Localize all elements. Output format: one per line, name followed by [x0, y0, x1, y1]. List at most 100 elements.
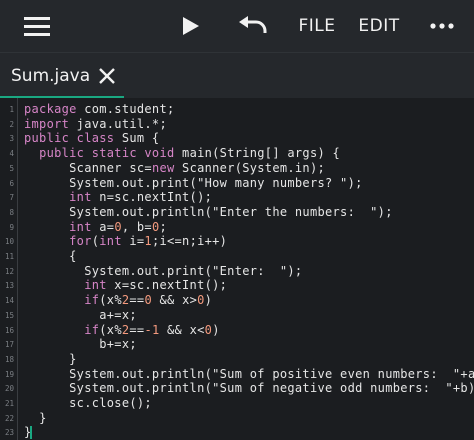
- tab-bar: Sum.java: [0, 52, 474, 99]
- file-menu-button[interactable]: FILE: [294, 0, 340, 52]
- code-line: for(int i=1;i<=n;i++): [24, 234, 227, 248]
- keyword-token: new: [151, 160, 175, 175]
- keyword-token: if: [84, 322, 100, 337]
- number-token: -1: [144, 322, 160, 337]
- number-token: 0: [197, 293, 205, 308]
- line-number: 19: [4, 369, 14, 379]
- edit-menu-button[interactable]: EDIT: [354, 0, 404, 52]
- hamburger-menu-icon: [24, 17, 50, 36]
- line-number: 14: [4, 296, 14, 306]
- line-number: 3: [9, 134, 14, 144]
- edit-menu-label: EDIT: [358, 16, 400, 36]
- keyword-token: int: [99, 234, 122, 249]
- code-line: System.out.print("Enter: ");: [24, 264, 302, 278]
- tab-close-button[interactable]: [96, 65, 118, 87]
- run-button[interactable]: [176, 0, 206, 52]
- code-line: System.out.println("Sum of negative odd …: [24, 381, 474, 395]
- line-number: 8: [9, 207, 14, 217]
- keyword-token: public static void: [39, 146, 175, 161]
- play-icon: [183, 17, 199, 35]
- line-number: 13: [4, 281, 14, 291]
- line-number: 7: [9, 193, 14, 203]
- code-line: System.out.println("Sum of positive even…: [24, 367, 474, 381]
- code-token: Sum {: [114, 131, 160, 146]
- code-token: ): [212, 322, 220, 337]
- keyword-token: import: [24, 116, 70, 131]
- code-token: (x%: [99, 322, 122, 337]
- code-token: main(String[] args) {: [174, 146, 341, 161]
- line-number: 12: [4, 266, 14, 276]
- code-token: System.out.print("Enter: ");: [84, 263, 303, 278]
- code-line: b+=x;: [24, 337, 137, 351]
- code-token: ==: [129, 293, 145, 308]
- line-number: 11: [4, 252, 14, 261]
- keyword-token: int: [69, 190, 92, 205]
- line-number: 23: [4, 428, 14, 438]
- keyword-token: int: [69, 219, 92, 234]
- file-menu-label: FILE: [298, 16, 336, 36]
- undo-icon: [239, 16, 267, 33]
- close-icon: [99, 68, 115, 84]
- code-line: }: [24, 352, 77, 366]
- code-line: a+=x;: [24, 308, 137, 322]
- code-token: ): [204, 293, 213, 308]
- line-number: 22: [4, 413, 14, 423]
- number-token: 0: [114, 219, 122, 234]
- code-token: , b=: [121, 219, 152, 234]
- tab-sum-java[interactable]: Sum.java: [0, 53, 128, 99]
- code-line: int n=sc.nextInt();: [24, 190, 212, 204]
- code-line: Scanner sc=new Scanner(System.in);: [24, 161, 325, 175]
- line-number: 16: [4, 325, 14, 335]
- line-number: 18: [4, 354, 14, 364]
- line-number: 4: [9, 149, 14, 159]
- code-token: java.util.*;: [69, 116, 167, 131]
- code-token: a=: [91, 219, 115, 234]
- line-number: 1: [9, 105, 14, 114]
- line-number: 6: [9, 178, 14, 188]
- code-token: i=: [121, 234, 145, 249]
- code-token: System.out.println("Sum of negative odd …: [69, 381, 474, 396]
- top-toolbar: FILE EDIT: [0, 0, 474, 52]
- code-line: int a=0, b=0;: [24, 220, 167, 234]
- code-token: (x%: [99, 293, 122, 308]
- code-token: ==: [129, 322, 145, 337]
- more-dots-icon: [430, 23, 454, 29]
- undo-button[interactable]: [236, 0, 270, 52]
- number-token: 1: [144, 234, 152, 249]
- code-token: Scanner sc=: [69, 160, 152, 175]
- code-token: ;i<=n;i++): [151, 234, 228, 249]
- code-token: ;: [159, 219, 168, 234]
- code-line: if(x%2==0 && x>0): [24, 293, 212, 307]
- code-editor[interactable]: 1 2 3 4 5 6 7 8 9 10 11 12 13 14 15 16 17 18 19 20 21 22 23 pa…: [0, 98, 474, 440]
- line-number: 20: [4, 384, 14, 394]
- code-token: {: [69, 249, 77, 263]
- code-token: System.out.println("Sum of positive even…: [69, 366, 474, 381]
- code-token: && x>: [151, 293, 198, 308]
- line-number: 15: [4, 310, 14, 320]
- code-line: System.out.print("How many numbers? ");: [24, 176, 363, 190]
- code-token: a+=x;: [99, 307, 137, 322]
- code-line: public class Sum {: [24, 131, 159, 145]
- code-line: if(x%2==-1 && x<0): [24, 323, 220, 337]
- code-token: n=sc.nextInt();: [91, 190, 213, 205]
- more-options-button[interactable]: [424, 0, 460, 52]
- keyword-token: package: [24, 102, 77, 116]
- text-cursor: [30, 426, 32, 440]
- code-line: {: [24, 249, 77, 263]
- menu-button[interactable]: [18, 0, 56, 52]
- tab-label: Sum.java: [11, 66, 91, 86]
- code-token: sc.close();: [69, 396, 152, 410]
- code-line: }: [24, 411, 47, 425]
